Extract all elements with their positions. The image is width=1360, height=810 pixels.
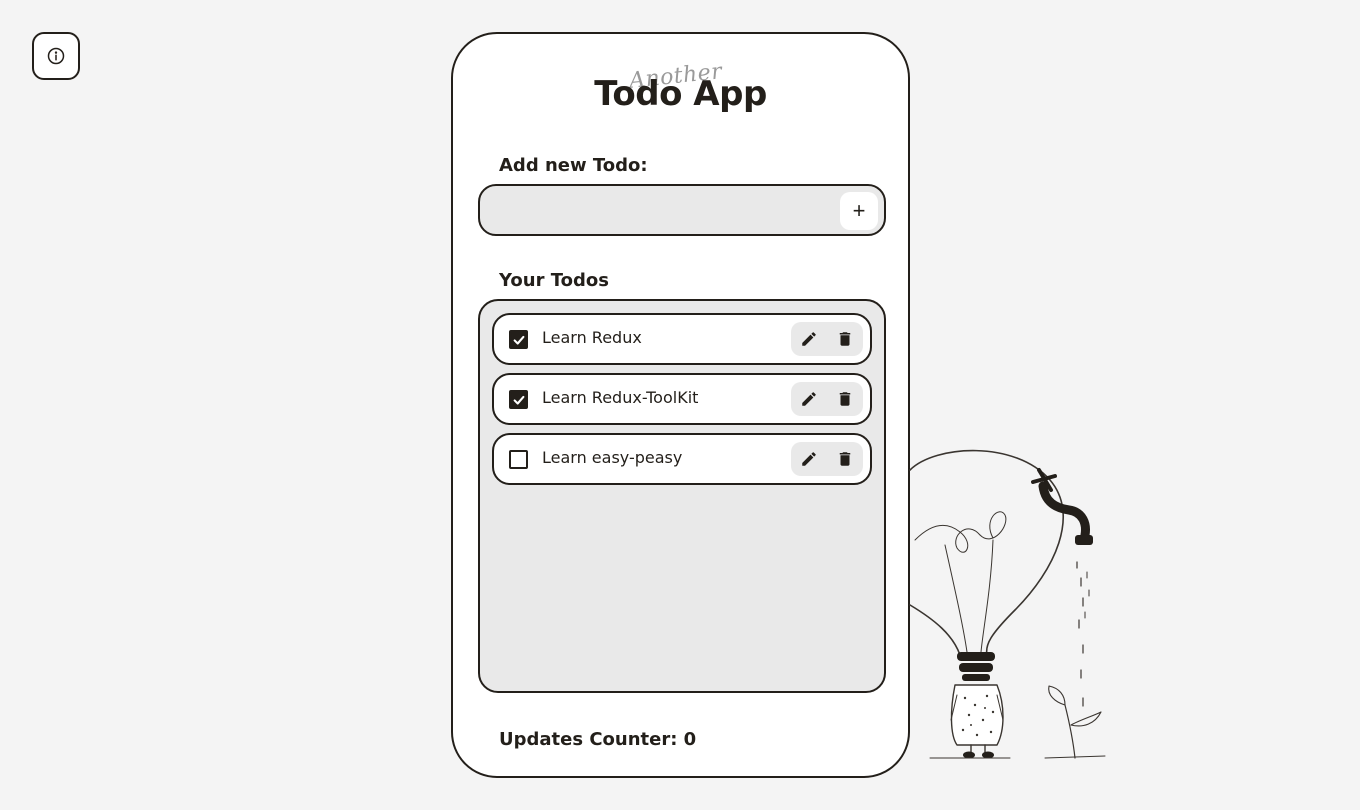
todo-item: Learn Redux <box>492 313 872 365</box>
updates-counter: Updates Counter: 0 <box>499 729 697 750</box>
trash-icon <box>839 332 851 346</box>
todo-actions <box>791 322 863 356</box>
todo-actions <box>791 442 863 476</box>
add-todo-input[interactable] <box>494 196 834 224</box>
trash-icon <box>839 392 851 406</box>
todo-checkbox[interactable] <box>509 390 528 409</box>
todo-list-panel: Learn Redux Learn Redux-ToolKit Learn ea… <box>478 299 886 693</box>
todo-checkbox[interactable] <box>509 450 528 469</box>
todo-item: Learn Redux-ToolKit <box>492 373 872 425</box>
todo-text: Learn easy-peasy <box>542 448 683 467</box>
edit-todo-button[interactable] <box>795 385 823 413</box>
app-title-main: Todo App <box>594 74 767 114</box>
edit-todo-button[interactable] <box>795 445 823 473</box>
todo-checkbox[interactable] <box>509 330 528 349</box>
pencil-icon <box>802 332 816 346</box>
add-todo-label: Add new Todo: <box>499 155 648 176</box>
pencil-icon <box>802 452 816 466</box>
delete-todo-button[interactable] <box>831 445 859 473</box>
page: Another Todo App Add new Todo: + Your To… <box>0 0 1360 810</box>
checkmark-icon <box>513 395 524 405</box>
lightbulb-faucet-illustration <box>909 449 1106 759</box>
delete-todo-button[interactable] <box>831 325 859 353</box>
add-todo-button[interactable]: + <box>840 192 878 230</box>
trash-icon <box>839 452 851 466</box>
todo-list: Learn Redux Learn Redux-ToolKit Learn ea… <box>492 313 872 493</box>
add-todo-bar: + <box>478 184 886 236</box>
todo-actions <box>791 382 863 416</box>
edit-todo-button[interactable] <box>795 325 823 353</box>
todo-card: Another Todo App Add new Todo: + Your To… <box>451 32 910 778</box>
checkmark-icon <box>513 335 524 345</box>
app-title: Another Todo App <box>453 34 908 164</box>
todo-text: Learn Redux <box>542 328 642 347</box>
delete-todo-button[interactable] <box>831 385 859 413</box>
info-icon <box>47 47 65 65</box>
your-todos-label: Your Todos <box>499 270 609 291</box>
pencil-icon <box>802 392 816 406</box>
info-button[interactable] <box>32 32 80 80</box>
todo-text: Learn Redux-ToolKit <box>542 388 699 407</box>
todo-item: Learn easy-peasy <box>492 433 872 485</box>
